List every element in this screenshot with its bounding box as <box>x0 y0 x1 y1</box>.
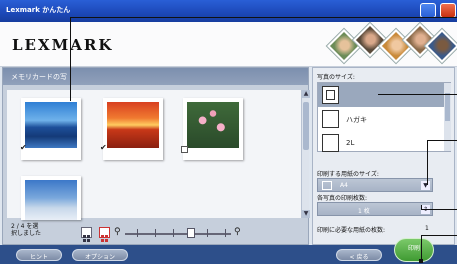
copies-label: 各写真の印刷枚数: <box>317 195 368 202</box>
checkmark-icon[interactable]: ✔ <box>20 143 29 152</box>
photo-browser-panel: メモリカードの写 ✔ ✔ ▲ ▼ 2 / 4 を選 択しました ⚲ ⚲ <box>2 67 310 245</box>
photo-size-label: 写真のサイズ: <box>317 74 355 81</box>
title-bar: Lexmark かんたん <box>0 0 457 22</box>
status-line-1: 2 / 4 を選 <box>11 223 39 230</box>
face-photo <box>353 23 387 57</box>
selection-status: 2 / 4 を選 択しました <box>11 223 41 237</box>
zoom-slider-knob[interactable] <box>187 228 195 238</box>
size-option-hagaki[interactable]: ハガキ <box>318 107 444 131</box>
photo-thumbnail-water-lilies[interactable] <box>183 98 243 160</box>
callout-line <box>421 235 457 236</box>
paper-icon <box>322 181 332 190</box>
photo-image <box>25 180 77 220</box>
callout-line <box>421 209 457 210</box>
lexmark-logo: LEXMARK <box>12 36 114 54</box>
paper-size-value: A4 <box>340 182 348 189</box>
panel-title: メモリカードの写 <box>11 73 67 81</box>
zoom-in-icon[interactable]: ⚲ <box>234 227 241 238</box>
size-icon <box>322 110 339 128</box>
bottom-bar <box>0 245 457 264</box>
zoom-tick <box>225 229 226 237</box>
photo-size-list[interactable]: ハガキ 2L <box>317 82 451 152</box>
app-window: Lexmark かんたん LEXMARK メモリカードの写 ✔ ✔ ▲ ▼ 2 … <box>0 0 457 264</box>
size-icon <box>322 134 339 152</box>
options-button[interactable]: オプション <box>72 249 128 261</box>
callout-line <box>70 17 457 18</box>
thumbnail-grid: ✔ ✔ <box>7 90 301 220</box>
chevron-down-icon[interactable]: ▼ <box>421 181 430 190</box>
copies-value: 1 枚 <box>358 208 370 215</box>
zoom-tick <box>207 229 208 237</box>
size-option-selected[interactable] <box>318 83 444 107</box>
photo-checkbox[interactable] <box>181 146 188 153</box>
large-view-icon[interactable] <box>99 227 110 242</box>
face-photo <box>327 29 361 63</box>
photo-image <box>107 102 159 148</box>
photo-image <box>25 102 77 148</box>
photo-thumbnail-sunset[interactable] <box>103 98 163 160</box>
scroll-thumb[interactable] <box>303 102 309 150</box>
panel-title-bar: メモリカードの写 <box>3 68 308 85</box>
options-label: オプション <box>84 254 115 261</box>
zoom-tick <box>173 229 174 237</box>
size-option-2l[interactable]: 2L <box>318 131 444 155</box>
zoom-tick <box>155 229 156 237</box>
callout-line <box>427 140 428 185</box>
callout-line <box>378 94 457 95</box>
photo-thumbnail-winter[interactable] <box>21 176 81 220</box>
photo-thumbnail-blue-mountains[interactable] <box>21 98 81 160</box>
hint-label: ヒント <box>29 254 48 261</box>
hint-button[interactable]: ヒント <box>16 249 62 261</box>
status-line-2: 択しました <box>11 230 42 237</box>
copies-spinner[interactable]: 1 枚 ⇕ <box>317 202 433 216</box>
paper-needed-label: 印刷に必要な用紙の枚数: <box>317 227 386 234</box>
paper-size-label: 印刷する用紙のサイズ: <box>317 171 379 178</box>
size-option-label: ハガキ <box>346 116 367 124</box>
zoom-slider[interactable] <box>125 233 231 235</box>
back-label: < 戻る <box>349 254 369 261</box>
back-button[interactable]: < 戻る <box>336 249 382 261</box>
scroll-down-icon[interactable]: ▼ <box>302 210 310 218</box>
callout-line <box>421 235 422 262</box>
zoom-tick <box>137 229 138 237</box>
photo-image <box>187 102 239 148</box>
size-option-label: 2L <box>346 139 355 147</box>
close-button[interactable] <box>440 3 456 18</box>
header-band: LEXMARK <box>0 22 457 67</box>
callout-line <box>70 17 71 101</box>
checkmark-icon[interactable]: ✔ <box>100 143 109 152</box>
zoom-out-icon[interactable]: ⚲ <box>114 227 121 238</box>
paper-size-dropdown[interactable]: A4 ▼ <box>317 178 433 192</box>
size-icon <box>322 86 339 104</box>
maximize-button[interactable] <box>420 3 436 18</box>
callout-line <box>421 205 422 210</box>
paper-needed-value: 1 <box>425 225 429 232</box>
print-label: 印刷 <box>407 245 420 252</box>
header-photo-montage <box>327 23 457 64</box>
thumbnail-scrollbar[interactable]: ▲ ▼ <box>301 90 310 218</box>
scroll-up-icon[interactable]: ▲ <box>302 90 310 98</box>
print-button[interactable]: 印刷 <box>394 238 434 262</box>
callout-dot <box>419 259 423 263</box>
window-title: Lexmark かんたん <box>6 6 71 14</box>
grid-view-icon[interactable] <box>81 227 92 242</box>
callout-line <box>427 140 457 141</box>
